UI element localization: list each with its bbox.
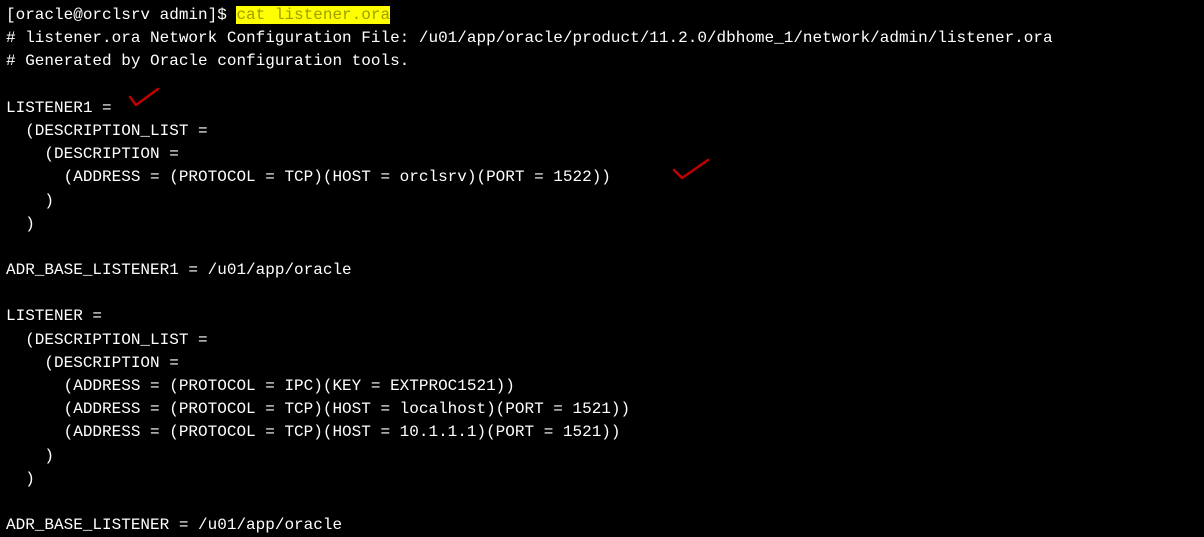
output-line: )	[6, 213, 1198, 236]
output-line: (DESCRIPTION_LIST =	[6, 329, 1198, 352]
terminal-prompt-line: [oracle@orclsrv admin]$ cat listener.ora	[6, 4, 1198, 27]
output-line	[6, 491, 1198, 514]
output-line: )	[6, 445, 1198, 468]
command-text: cat listener.ora	[236, 6, 390, 24]
output-line	[6, 236, 1198, 259]
output-line: (ADDRESS = (PROTOCOL = TCP)(HOST = local…	[6, 398, 1198, 421]
output-line	[6, 282, 1198, 305]
output-line: LISTENER =	[6, 305, 1198, 328]
output-line: (DESCRIPTION =	[6, 352, 1198, 375]
output-line: # Generated by Oracle configuration tool…	[6, 50, 1198, 73]
output-line: )	[6, 468, 1198, 491]
output-line: (ADDRESS = (PROTOCOL = TCP)(HOST = 10.1.…	[6, 421, 1198, 444]
output-line: (DESCRIPTION_LIST =	[6, 120, 1198, 143]
command-highlight: cat listener.ora	[236, 6, 390, 24]
output-line	[6, 74, 1198, 97]
output-line: ADR_BASE_LISTENER = /u01/app/oracle	[6, 514, 1198, 537]
output-line: ADR_BASE_LISTENER1 = /u01/app/oracle	[6, 259, 1198, 282]
output-line: )	[6, 190, 1198, 213]
output-line: (ADDRESS = (PROTOCOL = IPC)(KEY = EXTPRO…	[6, 375, 1198, 398]
shell-prompt: [oracle@orclsrv admin]$	[6, 6, 236, 24]
output-line: # listener.ora Network Configuration Fil…	[6, 27, 1198, 50]
output-line: LISTENER1 =	[6, 97, 1198, 120]
output-line: (ADDRESS = (PROTOCOL = TCP)(HOST = orcls…	[6, 166, 1198, 189]
output-line: (DESCRIPTION =	[6, 143, 1198, 166]
